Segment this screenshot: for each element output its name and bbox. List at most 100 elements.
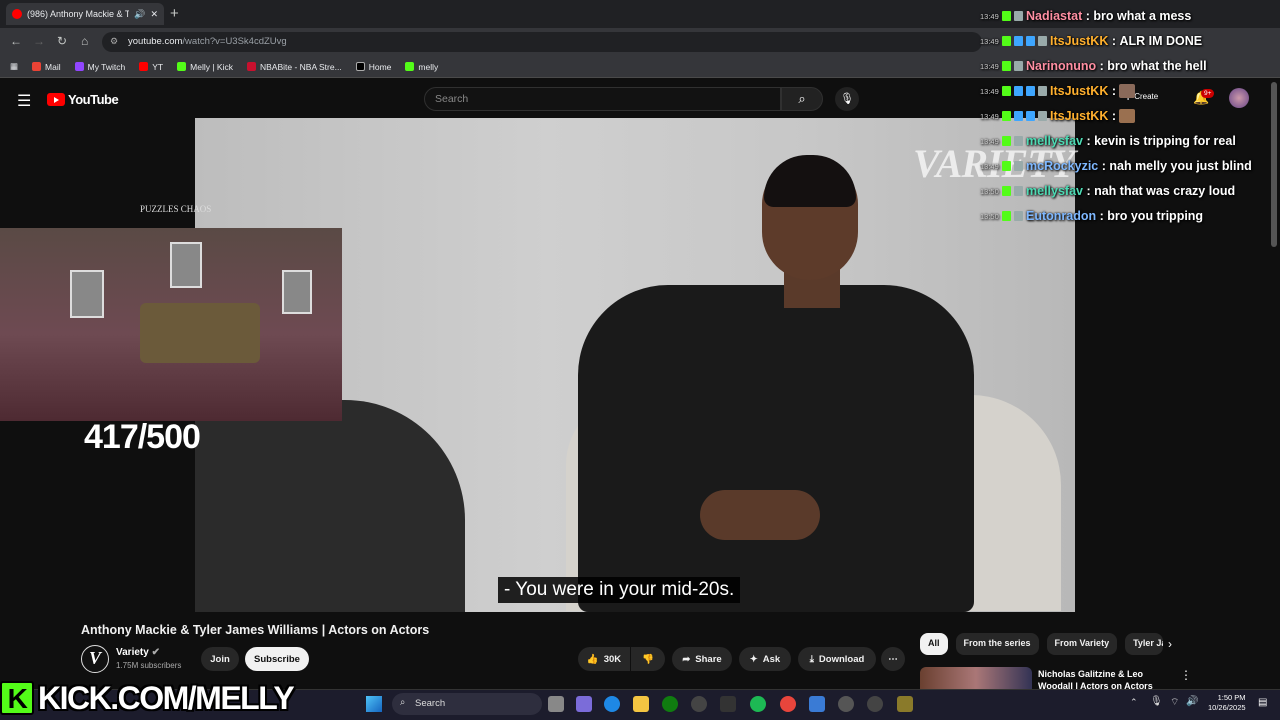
url-field[interactable]: youtube.com/watch?v=U3Sk4cdZUvg	[102, 32, 982, 52]
join-button[interactable]: Join	[201, 647, 239, 671]
search-input[interactable]: Search	[424, 87, 781, 111]
video-title: Anthony Mackie & Tyler James Williams | …	[81, 623, 430, 637]
kick-url-banner: K KICK.COM/MELLY	[0, 676, 295, 720]
chip-tyler[interactable]: Tyler Ja	[1125, 633, 1164, 655]
recommended-video-title[interactable]: Nicholas Galitzine & Leo Woodall | Actor…	[1038, 668, 1168, 690]
wifi-icon[interactable]: ⌔	[1170, 696, 1179, 709]
account-avatar[interactable]	[1229, 88, 1249, 108]
video-caption: - You were in your mid-20s.	[498, 577, 741, 603]
windows-start-icon[interactable]	[366, 696, 382, 712]
forward-arrow-icon[interactable]: →	[33, 34, 45, 48]
file-explorer-icon[interactable]	[633, 696, 649, 712]
recommendation-chips: All From the series From Variety Tyler J…	[920, 633, 1164, 655]
search-button[interactable]: ⌕	[781, 87, 823, 111]
subscribe-button[interactable]: Subscribe	[245, 647, 309, 671]
youtube-logo[interactable]: YouTube	[47, 92, 119, 107]
spotify-icon[interactable]	[750, 696, 766, 712]
volume-icon[interactable]: 🔊	[1186, 696, 1198, 707]
url-host: youtube.com	[128, 36, 183, 47]
notification-center-icon[interactable]: ▤	[1258, 697, 1267, 708]
chrome-icon[interactable]	[780, 696, 796, 712]
chevron-right-icon[interactable]: ›	[1168, 637, 1172, 651]
obs-icon[interactable]	[867, 696, 883, 712]
bookmark-melly-kick[interactable]: Melly | Kick	[177, 62, 233, 72]
kick-badge-icon	[1002, 86, 1011, 96]
taskbar-clock[interactable]: 1:50 PM 10/26/2025	[1208, 693, 1246, 713]
chevron-up-icon[interactable]: ⌃	[1130, 697, 1138, 708]
bookmark-nbabite[interactable]: NBABite - NBA Stre...	[246, 62, 342, 72]
youtube-favicon-icon	[12, 9, 22, 19]
recommended-video-thumbnail[interactable]	[920, 667, 1032, 689]
bookmark-home[interactable]: Home	[355, 62, 391, 72]
kick-badge-icon	[1002, 61, 1011, 71]
guest-hands	[700, 490, 820, 540]
copilot-icon[interactable]	[576, 696, 592, 712]
user-badge-icon	[1014, 186, 1023, 196]
media-player-icon[interactable]	[838, 696, 854, 712]
mic-tray-icon[interactable]: 🎙	[1150, 696, 1163, 707]
chat-message: 13:49 ItsJustKK : ALR IM DONE	[980, 34, 1203, 48]
chip-from-series[interactable]: From the series	[955, 633, 1039, 655]
url-path: /watch?v=U3Sk4cdZUvg	[182, 36, 287, 47]
wall-frame	[282, 270, 312, 314]
share-button[interactable]: ➦ Share	[672, 647, 732, 671]
channel-name[interactable]: Variety ✔	[116, 647, 160, 658]
dislike-button[interactable]: 👎	[631, 647, 665, 671]
page-scrollbar[interactable]	[1271, 82, 1277, 247]
browser-tab[interactable]: (986) Anthony Mackie & Ty 🔊 ✕	[6, 3, 164, 25]
user-badge-icon	[1014, 161, 1023, 171]
task-view-icon[interactable]	[548, 696, 564, 712]
kick-logo-icon: K	[0, 681, 34, 715]
wall-frame	[70, 270, 104, 318]
channel-avatar[interactable]: V	[81, 645, 109, 673]
search-icon: ⌕	[400, 697, 406, 708]
more-actions-button[interactable]: ⋯	[881, 647, 905, 671]
kick-badge-icon	[1002, 36, 1011, 46]
gift-badge-icon	[1026, 36, 1035, 46]
download-icon: ⤓	[809, 653, 814, 665]
sub-badge-icon	[1014, 86, 1023, 96]
emote-icon	[1119, 109, 1136, 123]
chat-message: 13:49 Nadiastat : bro what a mess	[980, 9, 1192, 23]
audio-icon[interactable]: 🔊	[134, 9, 145, 20]
chip-all[interactable]: All	[920, 633, 948, 655]
sparkle-icon: ✦	[749, 653, 758, 665]
like-button[interactable]: 👍 30K	[578, 647, 630, 671]
taskbar-search[interactable]: ⌕ Search	[392, 693, 542, 715]
bookmark-mail[interactable]: Mail	[32, 62, 61, 72]
xbox-icon[interactable]	[662, 696, 678, 712]
back-arrow-icon[interactable]: ←	[10, 34, 22, 48]
subscriber-count: 1.75M subscribers	[116, 661, 182, 670]
wall-frame	[170, 242, 202, 288]
reload-icon[interactable]: ↻	[57, 34, 67, 48]
bookmark-yt[interactable]: YT	[139, 62, 163, 72]
user-badge-icon	[1038, 111, 1047, 121]
search-icon: ⌕	[798, 91, 806, 106]
verified-check-icon: ✔	[151, 647, 160, 658]
app-icon[interactable]	[897, 696, 913, 712]
bookmark-melly[interactable]: melly	[405, 62, 438, 72]
kick-badge-icon	[1002, 11, 1011, 21]
download-button[interactable]: ⤓ Download	[798, 647, 876, 671]
close-tab-icon[interactable]: ✕	[150, 9, 158, 20]
new-tab-button[interactable]: +	[170, 5, 179, 22]
menu-icon[interactable]: ☰	[17, 91, 31, 111]
kick-badge-icon	[1002, 111, 1011, 121]
chat-message: 13:50 mellysfav : nah that was crazy lou…	[980, 184, 1236, 198]
home-icon[interactable]: ⌂	[81, 34, 88, 48]
mic-icon[interactable]: 🎙	[835, 87, 859, 111]
ask-button[interactable]: ✦ Ask	[739, 647, 791, 671]
edge-icon[interactable]	[604, 696, 620, 712]
chip-from-variety[interactable]: From Variety	[1046, 633, 1118, 655]
store-icon[interactable]	[720, 696, 736, 712]
bookmark-my-twitch[interactable]: My Twitch	[74, 62, 125, 72]
github-icon[interactable]	[691, 696, 707, 712]
site-info-icon[interactable]: ⚙	[110, 36, 118, 47]
apps-grid-icon[interactable]: ▦	[10, 61, 18, 72]
more-vertical-icon[interactable]: ⋮	[1180, 668, 1192, 682]
sub-badge-icon	[1014, 111, 1023, 121]
kick-badge-icon	[1002, 211, 1011, 221]
chat-message: 13:49 Narinonuno : bro what the hell	[980, 59, 1207, 73]
chat-message: 13:49 mcRockyzic : nah melly you just bl…	[980, 159, 1252, 173]
photos-icon[interactable]	[809, 696, 825, 712]
